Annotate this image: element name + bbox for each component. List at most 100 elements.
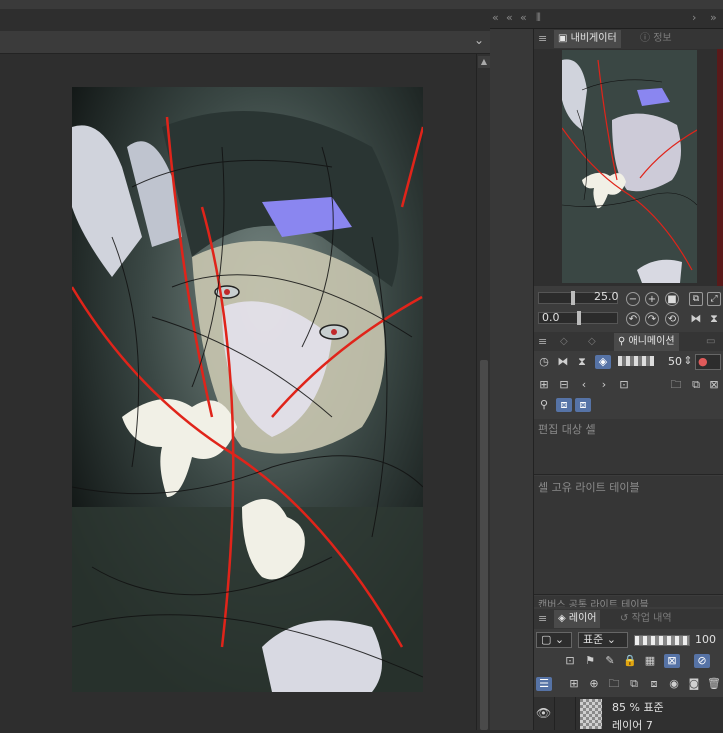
divider[interactable] <box>534 594 723 595</box>
mask-add-icon[interactable]: ◉ <box>666 677 682 691</box>
artwork-illustration <box>72 87 423 692</box>
actual-size-icon[interactable]: ⧉ <box>689 292 703 306</box>
tab-tool-property[interactable]: ◇ <box>584 333 600 351</box>
mask-icon[interactable]: ⊠ <box>664 654 680 668</box>
divider[interactable] <box>534 474 723 475</box>
layer-stack-icon: ◈ <box>558 613 569 624</box>
select-cel-icon[interactable]: ⧈ <box>556 398 572 412</box>
color-circles-icon: ● <box>698 355 708 368</box>
blend-mode-select[interactable]: 표준 ⌄ <box>578 632 628 648</box>
rotate-right-icon[interactable]: ↷ <box>645 312 659 326</box>
rotate-left-icon[interactable]: ↶ <box>626 312 640 326</box>
dock-header-strip: « « « ⦀ › » <box>490 9 723 29</box>
folder-icon[interactable]: 🗀 <box>668 378 684 392</box>
edit-target-label: 편집 대상 셀 <box>538 423 596 436</box>
merge-icon[interactable]: ⧈ <box>646 677 662 691</box>
magnifier-icon[interactable]: ⚲ <box>536 398 552 412</box>
tab-info-label: 정보 <box>653 33 672 44</box>
copy-cel-icon[interactable]: ⧉ <box>688 378 704 392</box>
layer-thumbnail[interactable] <box>580 699 602 729</box>
chevron-right-icon[interactable]: › <box>692 11 696 24</box>
history-icon: ↺ <box>620 613 632 624</box>
lock-transparency-icon[interactable]: ▦ <box>642 654 658 668</box>
hamburger-icon[interactable]: ≡ <box>538 335 547 348</box>
stepper-icon[interactable]: ⇕ <box>680 354 696 368</box>
flip-horizontal-icon[interactable]: ⧓ <box>688 312 704 326</box>
blend-mode-value: 표준 <box>583 633 604 646</box>
tab-navigator-label: 내비게이터 <box>570 33 617 44</box>
transfer-icon[interactable]: ⧉ <box>626 677 642 691</box>
fit-view-icon[interactable]: ■ <box>665 292 679 306</box>
navigator-icon: ▣ <box>558 33 571 44</box>
opacity-pattern <box>618 356 654 366</box>
tab-layer-label: 레이어 <box>568 613 597 624</box>
hamburger-icon[interactable]: ≡ <box>538 612 547 625</box>
tab-layer[interactable]: ◈ 레이어 <box>554 610 601 628</box>
layer-opacity-slider[interactable] <box>634 635 690 646</box>
navigator-edge <box>717 49 723 286</box>
canvas-vertical-scrollbar[interactable]: ▲ <box>476 54 491 730</box>
tab-layer-property[interactable]: ◇ <box>556 333 572 351</box>
select-cel-alt-icon[interactable]: ⧈ <box>575 398 591 412</box>
hamburger-icon[interactable]: ≡ <box>538 32 547 45</box>
lock-icon[interactable]: 🔒 <box>622 654 638 668</box>
tab-extra[interactable]: ▭ <box>702 333 719 351</box>
chevron-right-icon[interactable]: › <box>596 378 612 392</box>
zoom-out-icon[interactable]: − <box>626 292 640 306</box>
tab-history[interactable]: ↺ 작업 내역 <box>616 610 676 628</box>
rotation-value: 0.0 <box>542 311 560 324</box>
zoom-in-icon[interactable]: + <box>645 292 659 306</box>
new-vector-layer-icon[interactable]: ⊕ <box>586 677 602 691</box>
double-chevron-left-icon[interactable]: « <box>520 11 527 24</box>
layer-lock-cell[interactable] <box>554 697 576 730</box>
tool-property-icon: ◇ <box>588 336 596 347</box>
new-folder-icon[interactable]: 🗀 <box>606 677 622 691</box>
lock-cel-icon[interactable]: ⊟ <box>556 378 572 392</box>
scrollbar-thumb[interactable] <box>480 360 488 730</box>
common-light-table-section: 캔버스 공통 라이트 테이블 <box>534 596 723 607</box>
color-select[interactable]: ● <box>695 354 721 370</box>
zoom-value: 25.0 <box>594 290 619 303</box>
double-chevron-left-icon[interactable]: « <box>492 11 499 24</box>
register-icon[interactable]: ⊡ <box>616 378 632 392</box>
flip-vertical-icon[interactable]: ⧗ <box>574 355 590 369</box>
draft-icon[interactable]: ✎ <box>602 654 618 668</box>
fit-window-icon[interactable]: ⤢ <box>707 292 721 306</box>
ruler-icon[interactable]: ⊘ <box>694 654 710 668</box>
eye-icon[interactable]: 👁 <box>536 706 551 720</box>
grip-icon[interactable]: ⦀ <box>536 11 541 25</box>
common-light-table-label: 캔버스 공통 라이트 테이블 <box>538 600 649 607</box>
panel-icon: ▭ <box>706 336 716 347</box>
flip-icon[interactable]: ⧓ <box>555 355 571 369</box>
collapsed-dock <box>490 29 534 730</box>
layers-stack-icon[interactable]: ◈ <box>595 355 611 369</box>
layer-property-icon: ◇ <box>560 336 568 347</box>
navigator-thumbnail[interactable] <box>562 50 697 283</box>
layer-opacity-value: 100 <box>695 633 716 646</box>
info-icon: ⓘ <box>640 33 654 44</box>
double-chevron-left-icon[interactable]: « <box>506 11 513 24</box>
tab-animation[interactable]: ⚲ 애니메이션 <box>614 333 679 351</box>
tab-history-label: 작업 내역 <box>631 613 672 624</box>
clear-icon[interactable]: ⊠ <box>706 378 722 392</box>
flip-vertical-icon[interactable]: ⧗ <box>706 312 722 326</box>
tab-info[interactable]: ⓘ 정보 <box>636 30 676 48</box>
new-raster-layer-icon[interactable]: ⊞ <box>566 677 582 691</box>
tab-navigator[interactable]: ▣ 내비게이터 <box>554 30 621 48</box>
double-chevron-right-icon[interactable]: » <box>710 11 717 24</box>
animation-cels-icon: ⚲ <box>618 336 629 347</box>
new-cel-icon[interactable]: ⊞ <box>536 378 552 392</box>
reset-rotation-icon[interactable]: ⟲ <box>665 312 679 326</box>
reference-icon[interactable]: ⚑ <box>582 654 598 668</box>
layer-list-icon[interactable]: ☰ <box>536 677 552 691</box>
layer-color-select[interactable]: ▢ ⌄ <box>536 632 572 648</box>
canvas-artwork[interactable] <box>72 87 423 692</box>
chevron-left-icon[interactable]: ‹ <box>576 378 592 392</box>
scroll-up-icon[interactable]: ▲ <box>478 56 490 68</box>
trash-icon[interactable]: 🗑 <box>706 677 722 691</box>
apply-mask-icon[interactable]: ◙ <box>686 677 702 691</box>
onion-skin-icon[interactable]: ◷ <box>536 355 552 369</box>
clipping-icon[interactable]: ⊡ <box>562 654 578 668</box>
chevron-down-icon[interactable]: ⌄ <box>474 33 484 47</box>
layer-info: 85 % 표준 <box>612 701 664 714</box>
